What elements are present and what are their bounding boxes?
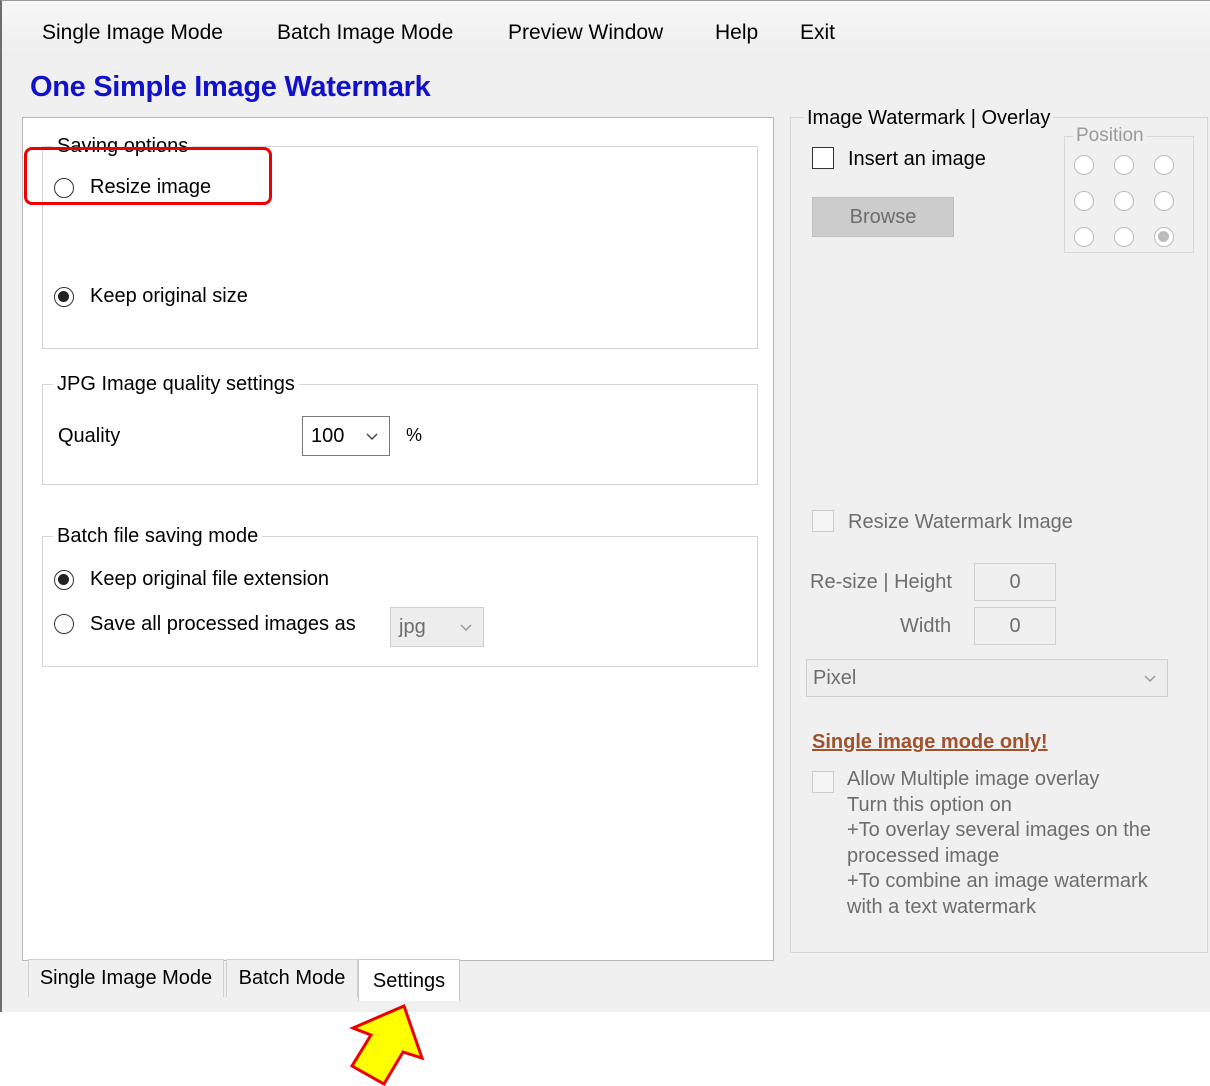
description-line: +To overlay several images on the (847, 819, 1152, 841)
chevron-down-icon (1143, 669, 1157, 693)
width-label: Width (900, 615, 952, 637)
keep-extension-radio[interactable] (54, 570, 74, 590)
height-label: Re-size | Height (810, 571, 952, 593)
tab-single-image-mode[interactable]: Single Image Mode (28, 959, 224, 997)
highlight-box (24, 147, 272, 205)
watermark-panel-legend: Image Watermark | Overlay (804, 107, 1054, 130)
quality-value: 100 (311, 425, 345, 447)
keep-original-size-label[interactable]: Keep original size (90, 285, 248, 308)
single-mode-only-link[interactable]: Single image mode only! (812, 731, 1048, 754)
allow-multiple-checkbox[interactable] (812, 771, 834, 793)
position-radio[interactable] (1154, 227, 1174, 247)
tab-settings[interactable]: Settings (358, 959, 460, 1001)
quality-select[interactable]: 100 (302, 416, 390, 456)
tab-batch-mode[interactable]: Batch Mode (226, 959, 358, 997)
quality-label: Quality (58, 425, 121, 447)
format-value: jpg (399, 616, 426, 638)
quality-unit: % (406, 425, 423, 445)
chevron-down-icon (365, 427, 379, 451)
position-legend: Position (1076, 125, 1144, 146)
insert-image-checkbox[interactable] (812, 147, 834, 169)
browse-button[interactable]: Browse (812, 197, 954, 237)
menu-exit[interactable]: Exit (800, 21, 835, 45)
keep-original-size-radio[interactable] (54, 287, 74, 307)
position-radio[interactable] (1154, 155, 1174, 175)
position-radio[interactable] (1114, 155, 1134, 175)
description-line: with a text watermark (847, 895, 1036, 918)
menu-batch-image-mode[interactable]: Batch Image Mode (277, 21, 453, 45)
app-window: Single Image Mode Batch Image Mode Previ… (0, 0, 1210, 1012)
batch-saving-legend: Batch file saving mode (57, 525, 259, 547)
position-radio[interactable] (1074, 191, 1094, 211)
save-as-radio[interactable] (54, 614, 74, 634)
unit-value: Pixel (813, 667, 857, 689)
jpg-quality-legend: JPG Image quality settings (57, 373, 295, 395)
allow-multiple-label[interactable]: Allow Multiple image overlay (847, 767, 1197, 793)
description-line: processed image (847, 844, 1000, 867)
pointer-arrow-icon (349, 1003, 425, 1086)
format-select[interactable]: jpg (390, 607, 484, 647)
position-radio[interactable] (1114, 191, 1134, 211)
menu-single-image-mode[interactable]: Single Image Mode (42, 21, 223, 45)
allow-multiple-description: Allow Multiple image overlay Turn this o… (847, 767, 1197, 920)
jpg-quality-group: JPG Image quality settings (42, 373, 758, 485)
keep-extension-label[interactable]: Keep original file extension (90, 568, 329, 591)
resize-watermark-label[interactable]: Resize Watermark Image (848, 511, 1073, 534)
menu-bar: Single Image Mode Batch Image Mode Previ… (2, 1, 1210, 57)
description-line: Turn this option on (847, 793, 1012, 816)
position-radio[interactable] (1154, 191, 1174, 211)
app-title: One Simple Image Watermark (30, 71, 431, 103)
width-input[interactable]: 0 (974, 607, 1056, 645)
menu-help[interactable]: Help (715, 21, 758, 45)
height-input[interactable]: 0 (974, 563, 1056, 601)
unit-select[interactable]: Pixel (806, 659, 1168, 697)
position-radio[interactable] (1114, 227, 1134, 247)
resize-watermark-checkbox[interactable] (812, 510, 834, 532)
menu-preview-window[interactable]: Preview Window (508, 21, 663, 45)
position-radio[interactable] (1074, 155, 1094, 175)
position-radio[interactable] (1074, 227, 1094, 247)
chevron-down-icon (459, 618, 473, 642)
insert-image-label[interactable]: Insert an image (848, 148, 986, 171)
description-line: +To combine an image watermark (847, 870, 1148, 892)
save-as-label[interactable]: Save all processed images as (90, 613, 356, 636)
